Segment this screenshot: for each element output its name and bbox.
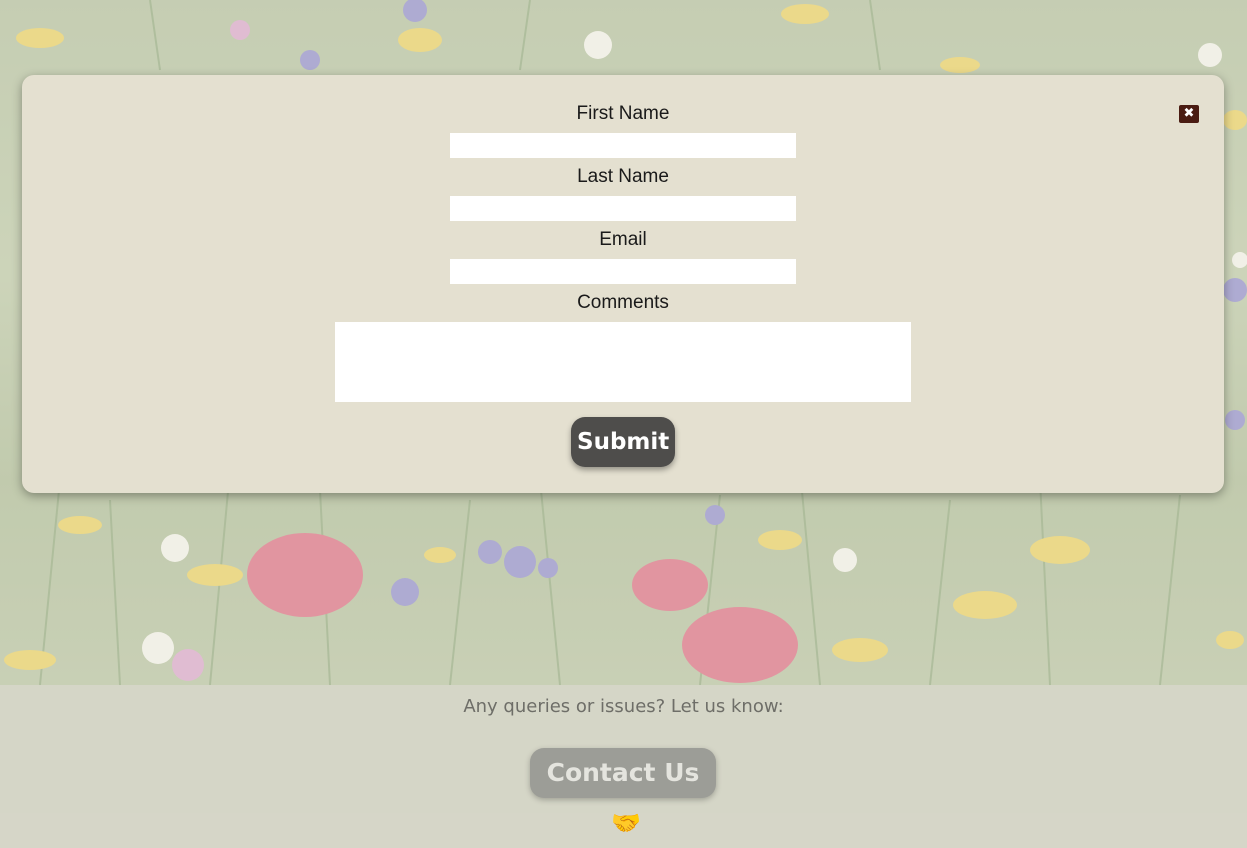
first-name-field[interactable] [450,133,796,158]
comments-textarea[interactable] [335,322,911,402]
contact-us-button[interactable]: Contact Us 🤝 [530,748,716,837]
email-field[interactable] [450,259,796,284]
last-name-label: Last Name [577,166,669,187]
last-name-field[interactable] [450,196,796,221]
contact-us-label: Contact Us [546,758,700,787]
first-name-label: First Name [576,103,670,124]
comments-label: Comments [577,292,669,313]
handshake-icon: 🤝 [611,809,641,837]
submit-button[interactable]: Submit [571,417,675,467]
contact-form-modal: ✖ First Name Last Name Email Comments Su… [22,75,1224,493]
footer-text: Any queries or issues? Let us know: [463,696,784,717]
email-label: Email [599,229,647,250]
footer: Any queries or issues? Let us know: Cont… [0,685,1247,837]
